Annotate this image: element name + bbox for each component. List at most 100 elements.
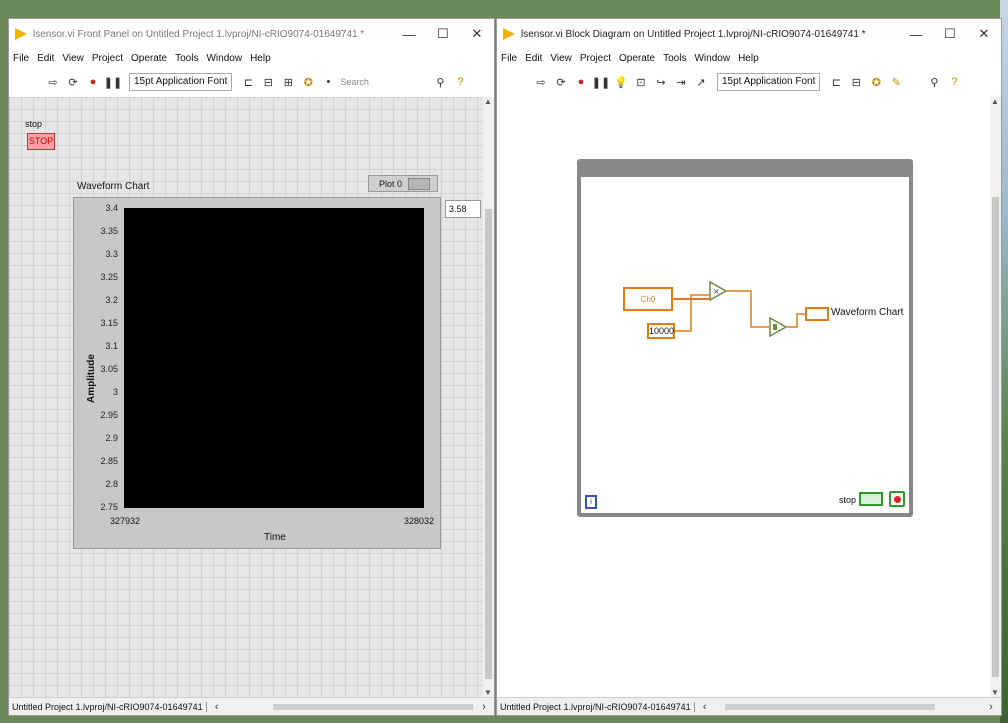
step-out-icon[interactable]: ↗ [693,74,709,90]
abort-icon[interactable]: ● [573,74,589,90]
menu-file[interactable]: File [13,53,29,64]
distribute-icon[interactable]: ⊟ [260,74,276,90]
daq-channel-node[interactable]: Ch0 [623,287,673,311]
block-diagram-menubar: File Edit View Project Operate Tools Win… [497,49,1001,67]
scroll-thumb[interactable] [992,197,999,677]
menu-operate[interactable]: Operate [131,53,167,64]
reorder-icon[interactable]: ✪ [868,74,884,90]
block-diagram-vertical-scrollbar[interactable]: ▲ ▼ [990,97,1001,697]
close-button[interactable]: ✕ [967,26,1001,42]
front-panel-horizontal-scrollbar[interactable] [227,701,474,713]
iteration-terminal[interactable]: i [585,495,597,509]
resize-icon[interactable]: ⊞ [280,74,296,90]
block-diagram-status-text: Untitled Project 1.lvproj/NI-cRIO9074-01… [497,701,695,712]
scroll-down-icon[interactable]: ▼ [484,688,492,697]
cleanup-diagram-icon[interactable]: ✎ [888,74,904,90]
step-into-icon[interactable]: ↪ [653,74,669,90]
menu-project[interactable]: Project [92,53,123,64]
menu-file[interactable]: File [501,53,517,64]
abort-icon[interactable]: ● [85,74,101,90]
stop-terminal[interactable] [859,492,883,506]
menu-operate[interactable]: Operate [619,53,655,64]
menu-tools[interactable]: Tools [175,53,198,64]
align-icon[interactable]: ⊏ [240,74,256,90]
block-diagram-statusbar: Untitled Project 1.lvproj/NI-cRIO9074-01… [497,697,1001,715]
menu-view[interactable]: View [550,53,572,64]
stop-terminal-label: stop [839,495,857,505]
multiply-icon[interactable]: × [709,281,727,301]
pause-icon[interactable]: ❚❚ [592,74,610,90]
y-tick: 2.95 [100,410,118,420]
front-panel-statusbar: Untitled Project 1.lvproj/NI-cRIO9074-01… [9,697,494,715]
minimize-button[interactable]: — [392,27,426,42]
waveform-chart-terminal[interactable] [805,307,829,321]
maximize-button[interactable]: ☐ [426,26,460,42]
menu-window[interactable]: Window [206,53,242,64]
waveform-chart-title: Waveform Chart [77,181,150,192]
font-select[interactable]: 15pt Application Font [129,73,233,91]
menu-tools[interactable]: Tools [663,53,686,64]
plot-legend[interactable]: Plot 0 [368,175,438,192]
labview-app-icon [503,28,515,40]
y-tick: 3.25 [100,272,118,282]
y-tick: 3.1 [105,341,118,351]
search-icon[interactable]: ⚲ [432,74,448,90]
scroll-thumb[interactable] [485,209,492,679]
front-panel-title: lsensor.vi Front Panel on Untitled Proje… [33,28,365,40]
font-select[interactable]: 15pt Application Font [717,73,821,91]
retain-wire-values-icon[interactable]: ⊡ [633,74,649,90]
run-arrow-icon[interactable]: ⇨ [45,74,61,90]
hscroll-thumb[interactable] [724,703,935,710]
while-loop[interactable]: Ch0 10000 × Waveform Chart i stop [577,159,913,517]
menu-window[interactable]: Window [694,53,730,64]
search-bullet-icon: • [326,76,331,88]
menu-project[interactable]: Project [580,53,611,64]
block-diagram-title: lsensor.vi Block Diagram on Untitled Pro… [521,28,866,40]
numeric-constant[interactable]: 10000 [647,323,675,339]
maximize-button[interactable]: ☐ [933,26,967,42]
block-diagram-titlebar: lsensor.vi Block Diagram on Untitled Pro… [497,19,1001,49]
help-icon[interactable]: ? [946,74,962,90]
highlight-execution-icon[interactable]: 💡 [613,74,629,90]
help-icon[interactable]: ? [452,74,468,90]
run-arrow-icon[interactable]: ⇨ [533,74,549,90]
menu-help[interactable]: Help [738,53,759,64]
menu-edit[interactable]: Edit [37,53,54,64]
scroll-left-icon[interactable]: ‹ [697,699,713,715]
scroll-left-icon[interactable]: ‹ [209,699,225,715]
to-double-icon[interactable] [769,317,787,337]
scroll-right-icon[interactable]: › [476,699,492,715]
search-input[interactable]: Search [340,77,398,87]
plot-legend-swatch [408,177,431,190]
scroll-up-icon[interactable]: ▲ [991,97,999,106]
pause-icon[interactable]: ❚❚ [104,74,122,90]
labview-app-icon [15,28,27,40]
menu-view[interactable]: View [62,53,84,64]
front-panel-vertical-scrollbar[interactable]: ▲ ▼ [483,97,494,697]
run-continuously-icon[interactable]: ⟳ [553,74,569,90]
scroll-right-icon[interactable]: › [983,699,999,715]
block-diagram-toolbar: ⇨ ⟳ ● ❚❚ 💡 ⊡ ↪ ⇥ ↗ 15pt Application Font… [497,69,1001,95]
minimize-button[interactable]: — [899,27,933,42]
waveform-chart[interactable]: 3.4 3.35 3.3 3.25 3.2 3.15 3.1 3.05 3 2.… [73,197,441,549]
reorder-icon[interactable]: ✪ [300,74,316,90]
close-button[interactable]: ✕ [460,26,494,42]
block-diagram-canvas: Ch0 10000 × Waveform Chart i stop [497,97,991,697]
run-continuously-icon[interactable]: ⟳ [65,74,81,90]
step-over-icon[interactable]: ⇥ [673,74,689,90]
align-icon[interactable]: ⊏ [828,74,844,90]
scroll-up-icon[interactable]: ▲ [484,97,492,106]
distribute-icon[interactable]: ⊟ [848,74,864,90]
hscroll-thumb[interactable] [272,703,473,710]
loop-condition-icon[interactable] [889,491,905,507]
block-diagram-horizontal-scrollbar[interactable] [715,701,981,713]
scroll-down-icon[interactable]: ▼ [991,688,999,697]
y-tick: 3.4 [105,203,118,213]
y-tick: 2.75 [100,502,118,512]
search-icon[interactable]: ⚲ [926,74,942,90]
stop-button[interactable]: STOP [27,133,55,150]
front-panel-window: lsensor.vi Front Panel on Untitled Proje… [8,18,495,716]
menu-help[interactable]: Help [250,53,271,64]
menu-edit[interactable]: Edit [525,53,542,64]
stop-control-label: stop [25,119,43,129]
